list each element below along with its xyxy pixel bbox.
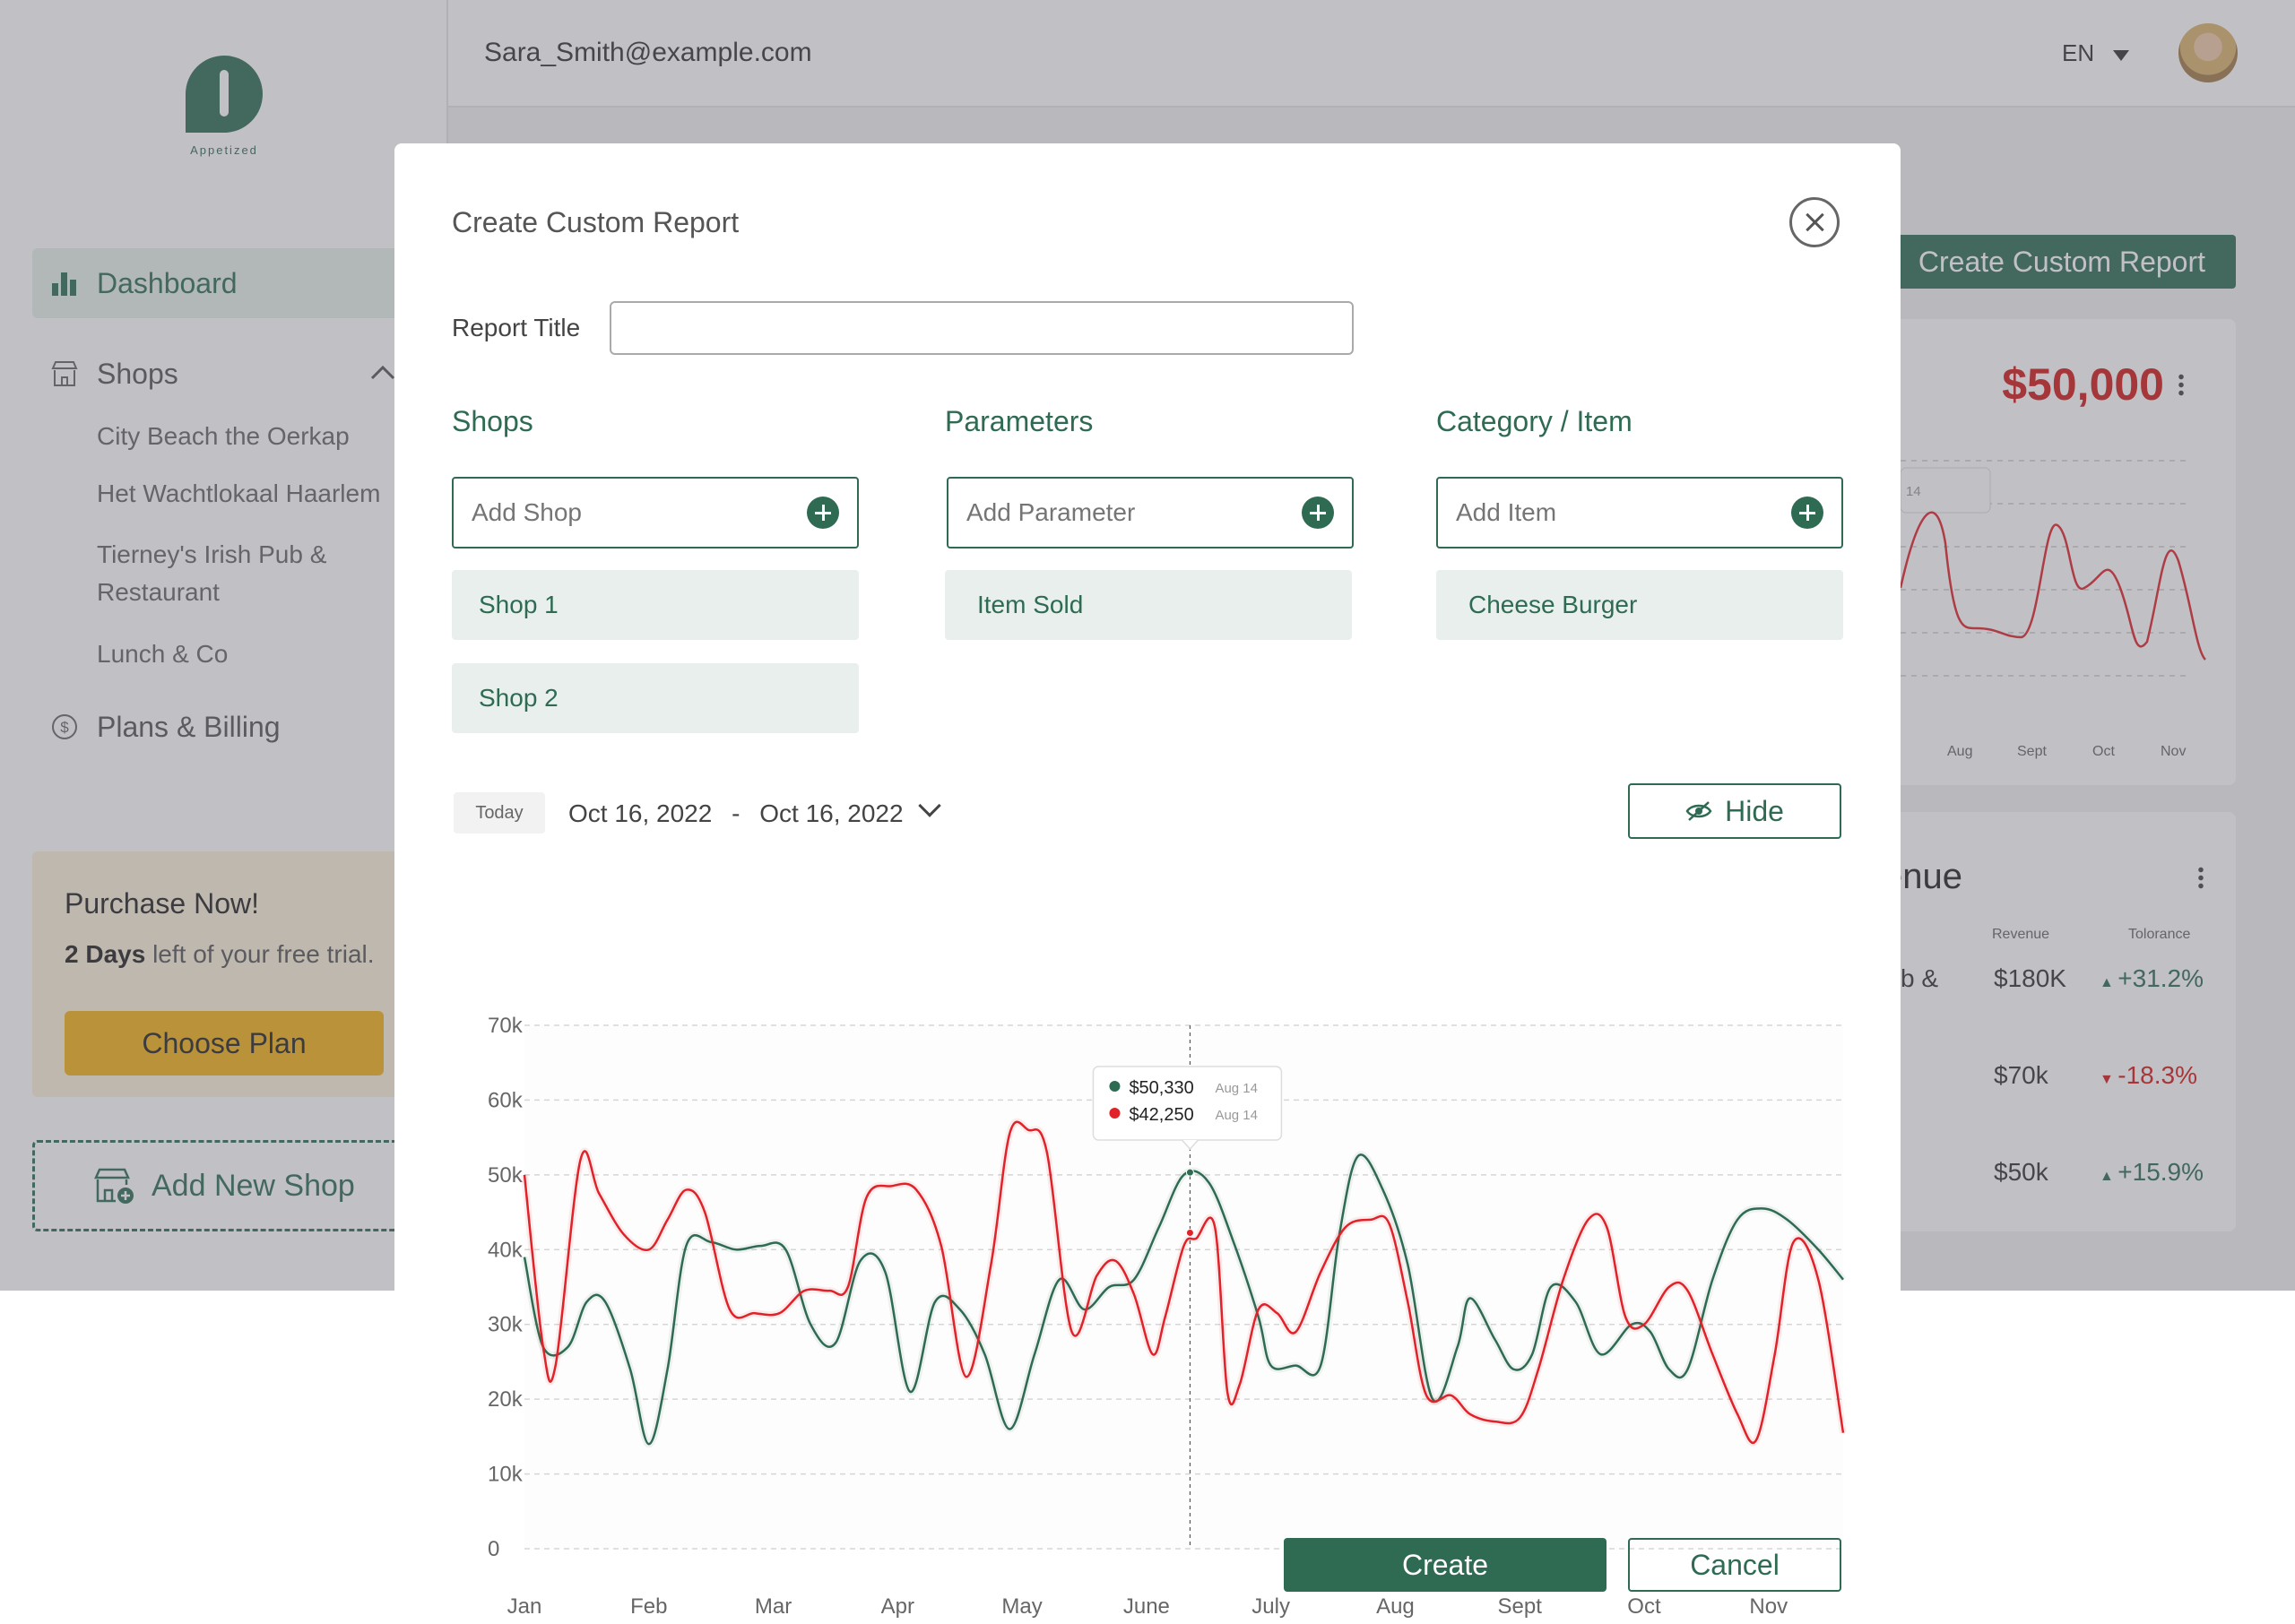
add-item-field[interactable] — [1436, 477, 1843, 549]
report-title-input[interactable] — [610, 301, 1354, 355]
shop-chip[interactable]: Shop 1 — [452, 570, 859, 640]
hover-point — [1185, 1229, 1194, 1238]
y-tick-label: 10k — [488, 1463, 524, 1487]
y-tick-label: 60k — [488, 1088, 524, 1112]
date-end: Oct 16, 2022 — [759, 799, 904, 827]
modal-title: Create Custom Report — [452, 206, 740, 238]
today-button[interactable]: Today — [454, 792, 545, 834]
hide-label: Hide — [1725, 794, 1784, 827]
report-title-label: Report Title — [452, 314, 581, 341]
add-parameter-field[interactable] — [947, 477, 1354, 549]
create-button[interactable]: Create — [1284, 1538, 1606, 1592]
date-separator: - — [732, 799, 740, 827]
x-tick-label: Feb — [630, 1594, 667, 1619]
x-tick-label: July — [1251, 1594, 1290, 1619]
shops-column-title: Shops — [452, 405, 533, 437]
shop-chip[interactable]: Shop 2 — [452, 663, 859, 733]
eye-off-icon — [1685, 801, 1712, 821]
x-tick-label: Aug — [1376, 1594, 1415, 1619]
x-tick-label: Oct — [1627, 1594, 1661, 1619]
parameters-column-title: Parameters — [945, 405, 1094, 437]
parameter-chip[interactable]: Item Sold — [945, 570, 1352, 640]
y-tick-label: 0 — [488, 1537, 499, 1561]
add-shop-field[interactable] — [452, 477, 859, 549]
tooltip-value: $50,330 — [1129, 1078, 1193, 1098]
report-line-chart: 0 10k 20k 30k 40k 50k 60k 70k Jan Feb Mar Apr May Jun… — [488, 1014, 1847, 1619]
date-start: Oct 16, 2022 — [568, 799, 713, 827]
date-range-picker[interactable]: Oct 16, 2022 - Oct 16, 2022 — [568, 799, 904, 828]
tooltip-date: Aug 14 — [1215, 1108, 1258, 1123]
y-tick-label: 30k — [488, 1313, 524, 1337]
x-tick-label: June — [1123, 1594, 1170, 1619]
add-shop-input[interactable] — [472, 498, 758, 527]
plus-circle-icon[interactable] — [1791, 497, 1823, 529]
tooltip-dot — [1109, 1108, 1121, 1119]
tooltip-date: Aug 14 — [1215, 1081, 1258, 1096]
tooltip-dot — [1109, 1081, 1121, 1092]
y-tick-label: 40k — [488, 1238, 524, 1262]
x-tick-label: Nov — [1749, 1594, 1788, 1619]
x-tick-label: Jan — [507, 1594, 542, 1619]
chevron-down-icon[interactable] — [918, 794, 941, 817]
hide-chart-button[interactable]: Hide — [1628, 783, 1841, 839]
y-tick-label: 50k — [488, 1163, 524, 1188]
x-tick-label: May — [1001, 1594, 1042, 1619]
y-tick-label: 20k — [488, 1387, 524, 1412]
cancel-button[interactable]: Cancel — [1628, 1538, 1841, 1592]
x-tick-label: Apr — [881, 1594, 914, 1619]
item-chip[interactable]: Cheese Burger — [1436, 570, 1843, 640]
plus-circle-icon[interactable] — [807, 497, 839, 529]
add-parameter-input[interactable] — [966, 498, 1253, 527]
add-item-input[interactable] — [1456, 498, 1743, 527]
plus-circle-icon[interactable] — [1302, 497, 1334, 529]
tooltip-value: $42,250 — [1129, 1105, 1193, 1125]
x-tick-label: Mar — [755, 1594, 792, 1619]
category-column-title: Category / Item — [1436, 405, 1632, 437]
close-icon[interactable] — [1789, 197, 1840, 247]
y-tick-label: 70k — [488, 1014, 524, 1038]
hover-point — [1185, 1168, 1194, 1177]
create-report-modal: Create Custom Report Report Title Shops … — [394, 143, 1901, 1624]
x-tick-label: Sept — [1498, 1594, 1543, 1619]
